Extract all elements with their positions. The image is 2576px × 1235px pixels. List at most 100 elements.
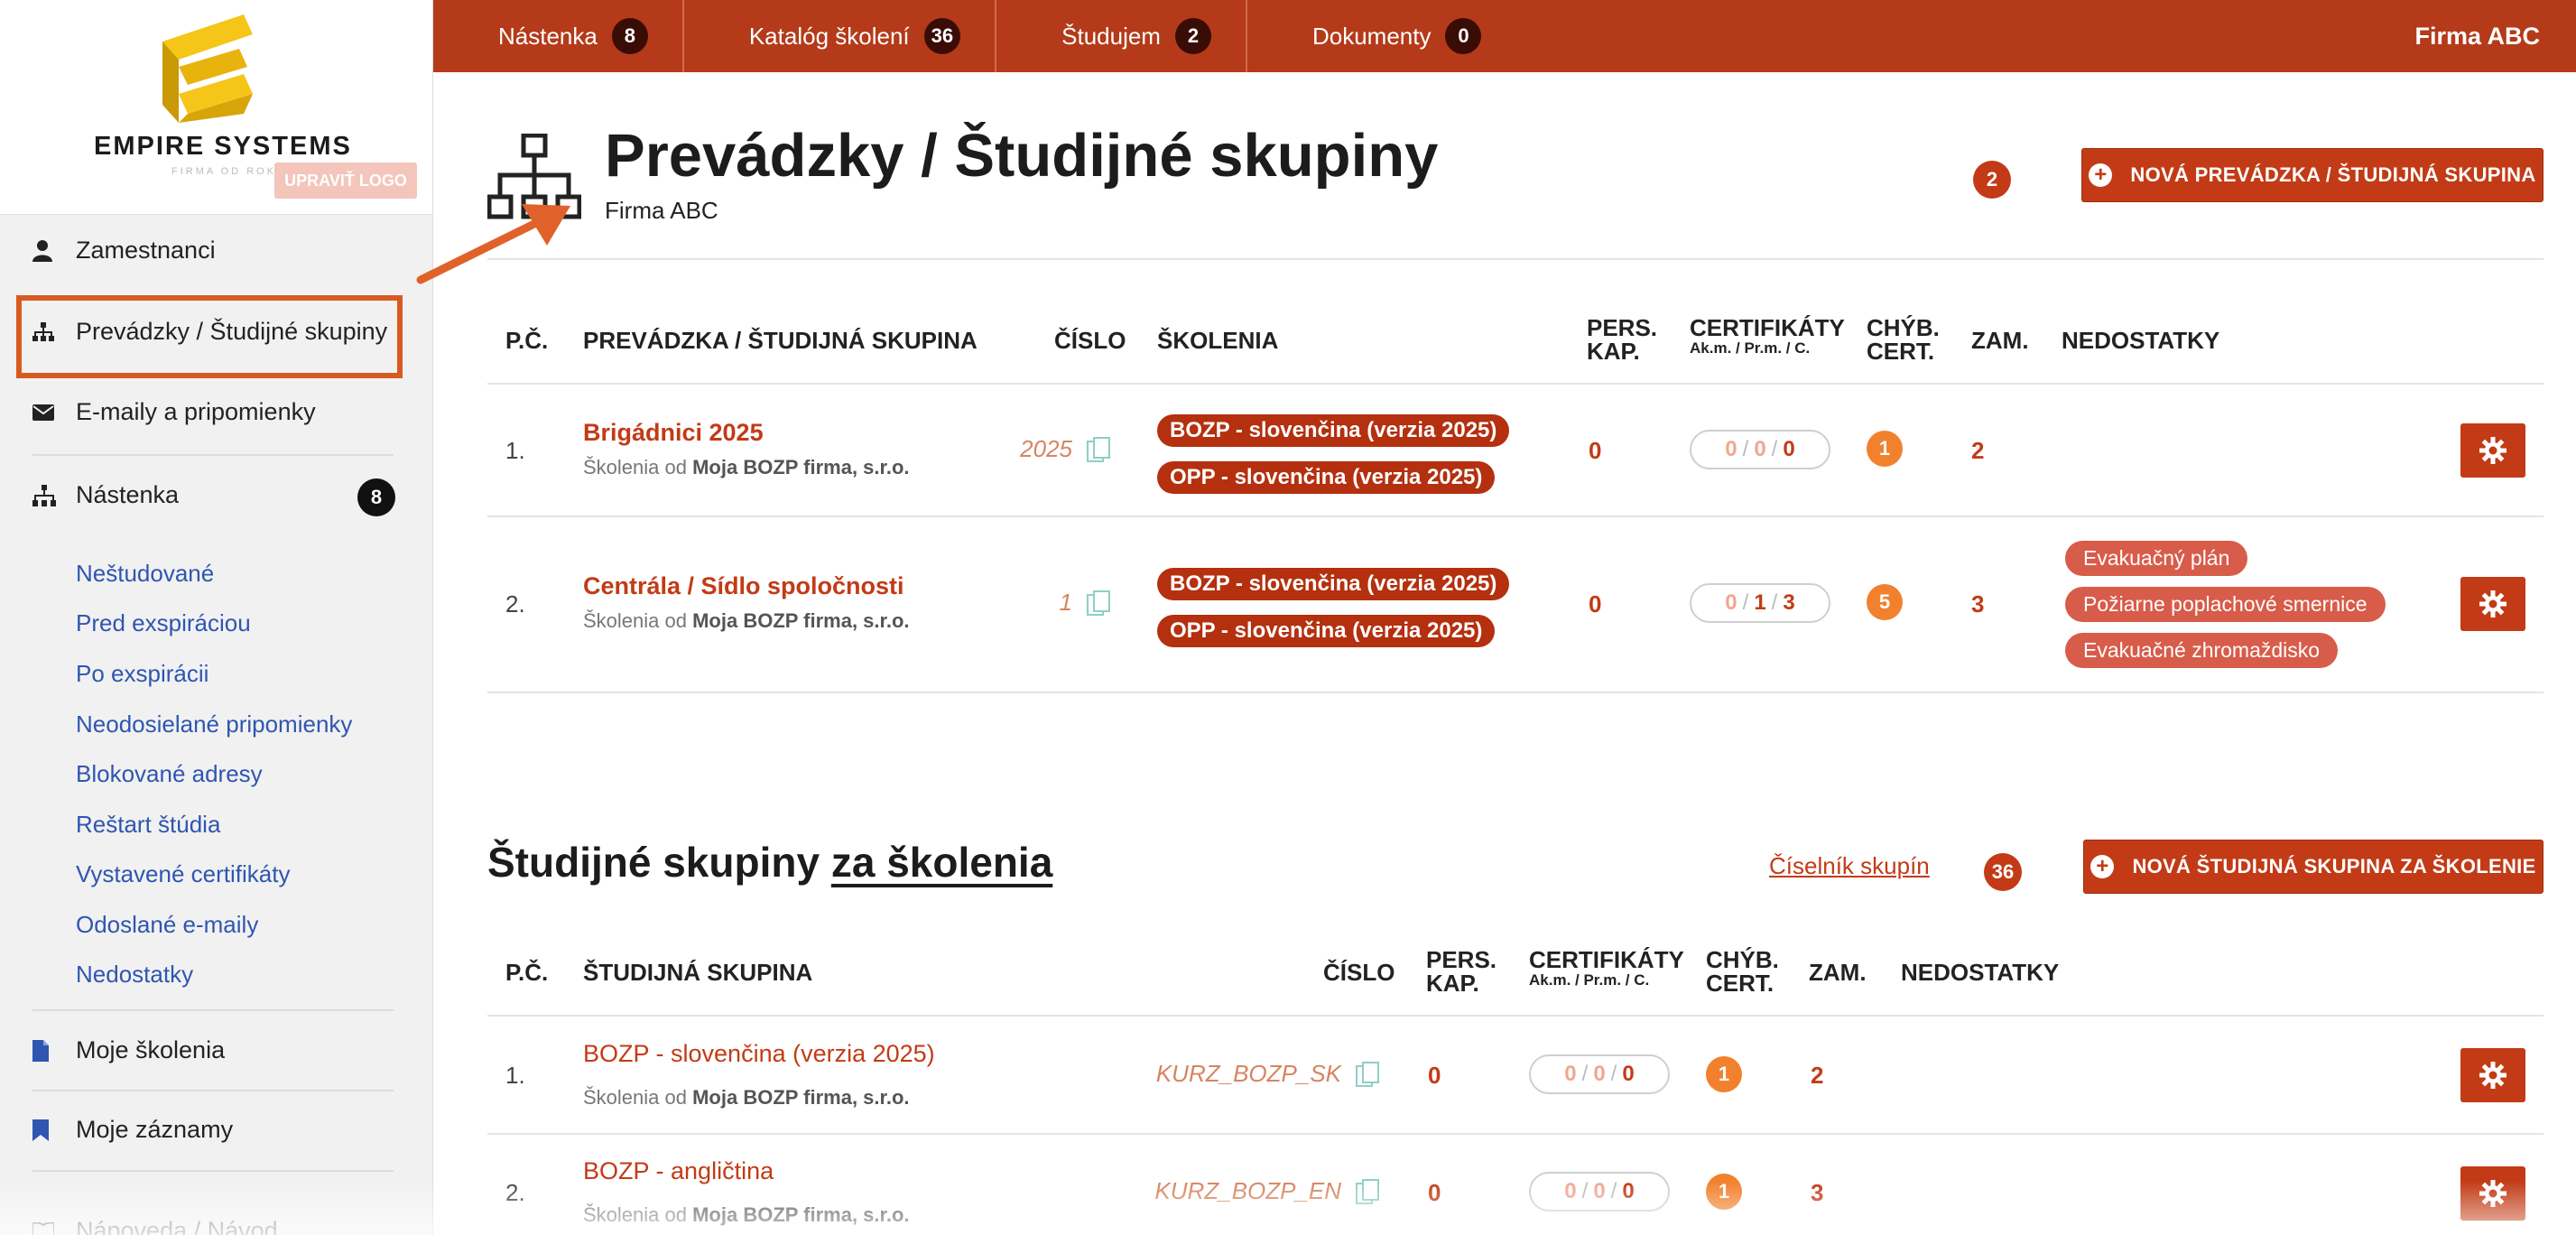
group-name-link[interactable]: Centrála / Sídlo spoločnosti <box>583 572 904 600</box>
sitemap-icon <box>32 321 63 342</box>
company-menu[interactable]: Firma ABC <box>2414 0 2540 72</box>
col-header-zam: ZAM. <box>1971 327 2029 354</box>
settings-button[interactable] <box>2460 577 2525 631</box>
missing-cert-badge: 1 <box>1706 1056 1742 1092</box>
deficiency-pill[interactable]: Evakuačný plán <box>2065 541 2248 576</box>
subtext-prefix: Školenia od <box>583 1086 687 1109</box>
missing-cert-badge: 1 <box>1867 431 1903 467</box>
sidebar-item-moje-zaznamy[interactable]: Moje záznamy <box>32 1116 233 1144</box>
col-header-subtext: Ak.m. / Pr.m. / C. <box>1529 971 1650 989</box>
sidebar-item-nastenka[interactable]: Nástenka <box>32 481 179 509</box>
subtext-company: Moja BOZP firma, s.r.o. <box>692 1086 910 1109</box>
topnav-katalog[interactable]: Katalóg školení 36 <box>684 0 997 72</box>
cert-value: 0 <box>1564 1179 1577 1203</box>
col-header-certifikaty: CERTIFIKÁTY Ak.m. / Pr.m. / C. <box>1529 948 1684 989</box>
row-number: 1. <box>505 437 525 464</box>
employees-count: 3 <box>1971 590 1985 618</box>
sidebar-sublink[interactable]: Nedostatky <box>76 961 193 989</box>
subtext-prefix: Školenia od <box>583 1203 687 1226</box>
sidebar-item-emaily[interactable]: E-maily a pripomienky <box>32 398 316 426</box>
col-header-text: KAP. <box>1587 338 1640 365</box>
sidebar-sublink[interactable]: Blokované adresy <box>76 760 263 788</box>
deficiency-pill[interactable]: Evakuačné zhromaždisko <box>2065 633 2339 668</box>
sidebar-item-zamestnanci[interactable]: Zamestnanci <box>32 237 216 265</box>
sidebar-sublink[interactable]: Neštudované <box>76 560 214 588</box>
gear-icon <box>2479 1062 2507 1089</box>
envelope-icon <box>32 404 63 421</box>
training-pill[interactable]: BOZP - slovenčina (verzia 2025) <box>1157 414 1510 447</box>
group-subtext: Školenia od Moja BOZP firma, s.r.o. <box>583 456 910 479</box>
training-pill[interactable]: OPP - slovenčina (verzia 2025) <box>1157 615 1496 647</box>
col-header-pers-kap: PERS. KAP. <box>1587 316 1657 363</box>
book-icon <box>32 1221 63 1235</box>
settings-button[interactable] <box>2460 423 2525 478</box>
edit-logo-button[interactable]: UPRAVIŤ LOGO <box>274 162 417 199</box>
col-header-nedostatky: NEDOSTATKY <box>2062 327 2220 354</box>
cert-value: 0 <box>1725 590 1737 615</box>
col-header-name: ŠTUDIJNÁ SKUPINA <box>583 959 813 986</box>
cert-value: 0 <box>1593 1179 1606 1203</box>
group-number-value: KURZ_BOZP_SK <box>1155 1060 1341 1087</box>
button-label: NOVÁ PREVÁDZKA / ŠTUDIJNÁ SKUPINA <box>2130 163 2536 186</box>
plus-icon: + <box>2089 163 2113 187</box>
employees-count: 3 <box>1811 1179 1824 1206</box>
training-pill[interactable]: OPP - slovenčina (verzia 2025) <box>1157 461 1496 494</box>
training-pill[interactable]: BOZP - slovenčina (verzia 2025) <box>1157 568 1510 600</box>
row-number: 2. <box>505 590 525 618</box>
group-number: 1 <box>1060 589 1110 617</box>
new-study-group-button[interactable]: + NOVÁ ŠTUDIJNÁ SKUPINA ZA ŠKOLENIE <box>2083 840 2544 894</box>
group-subtext: Školenia od Moja BOZP firma, s.r.o. <box>583 609 910 633</box>
sidebar-divider <box>32 1009 394 1011</box>
sidebar-sublink[interactable]: Vystavené certifikáty <box>76 860 290 888</box>
topnav-nastenka[interactable]: Nástenka 8 <box>433 0 684 72</box>
sidebar: EMPIRE SYSTEMS FIRMA OD ROKU UPRAVIŤ LOG… <box>0 0 433 1235</box>
settings-button[interactable] <box>2460 1048 2525 1102</box>
pers-kap-value: 0 <box>1589 590 1602 618</box>
study-group-name-link[interactable]: BOZP - angličtina <box>583 1157 774 1185</box>
group-name-link[interactable]: Brigádnici 2025 <box>583 419 764 447</box>
missing-cert-badge: 1 <box>1706 1174 1742 1210</box>
row-number: 1. <box>505 1062 525 1089</box>
button-label: NOVÁ ŠTUDIJNÁ SKUPINA ZA ŠKOLENIE <box>2132 855 2536 878</box>
settings-button[interactable] <box>2460 1166 2525 1221</box>
file-icon <box>32 1039 63 1062</box>
sidebar-item-label: Nástenka <box>76 481 180 508</box>
copy-icon[interactable] <box>1356 1061 1379 1087</box>
sidebar-sublink[interactable]: Odoslané e-maily <box>76 911 258 939</box>
sidebar-sublink[interactable]: Po exspirácii <box>76 660 208 688</box>
sidebar-item-prevadzky[interactable]: Prevádzky / Študijné skupiny <box>32 318 387 346</box>
group-number: 2025 <box>1020 435 1110 463</box>
col-header-cislo: ČÍSLO <box>1323 959 1395 986</box>
cert-value: 0 <box>1754 437 1766 461</box>
study-group-name-link[interactable]: BOZP - slovenčina (verzia 2025) <box>583 1040 935 1068</box>
employees-count: 2 <box>1811 1062 1824 1089</box>
logo-area: EMPIRE SYSTEMS FIRMA OD ROKU UPRAVIŤ LOG… <box>0 0 432 215</box>
copy-icon[interactable] <box>1087 436 1110 462</box>
topnav-dokumenty[interactable]: Dokumenty 0 <box>1247 0 1516 72</box>
copy-icon[interactable] <box>1356 1178 1379 1204</box>
annotation-arrow-icon <box>416 204 570 284</box>
col-header-text: KAP. <box>1426 970 1479 997</box>
nastenka-count-badge: 8 <box>357 478 395 516</box>
cert-value: 0 <box>1593 1062 1606 1086</box>
sidebar-sublink[interactable]: Neodosielané pripomienky <box>76 710 352 738</box>
missing-cert-badge: 5 <box>1867 584 1903 620</box>
deficiency-pill[interactable]: Požiarne poplachové smernice <box>2065 587 2386 622</box>
copy-icon[interactable] <box>1087 590 1110 616</box>
gear-icon <box>2479 590 2507 618</box>
cert-value: 0 <box>1622 1062 1635 1086</box>
sidebar-item-moje-skolenia[interactable]: Moje školenia <box>32 1036 225 1064</box>
sidebar-sublink[interactable]: Reštart štúdia <box>76 811 220 839</box>
section-title-link[interactable]: za školenia <box>831 839 1052 886</box>
col-header-text: CERTIFIKÁTY <box>1690 314 1845 341</box>
sidebar-item-napoveda[interactable]: Nápoveda / Návod <box>32 1217 278 1235</box>
topnav-studujem[interactable]: Študujem 2 <box>996 0 1247 72</box>
col-header-pc: P.Č. <box>505 959 549 986</box>
col-header-zam: ZAM. <box>1809 959 1867 986</box>
cert-value: 1 <box>1754 590 1766 615</box>
new-group-button[interactable]: + NOVÁ PREVÁDZKA / ŠTUDIJNÁ SKUPINA <box>2081 148 2544 202</box>
cert-value: 0 <box>1564 1062 1577 1086</box>
group-codebook-link[interactable]: Číselník skupín <box>1769 852 1930 880</box>
col-header-subtext: Ak.m. / Pr.m. / C. <box>1690 339 1811 357</box>
sidebar-sublink[interactable]: Pred exspiráciou <box>76 609 251 637</box>
